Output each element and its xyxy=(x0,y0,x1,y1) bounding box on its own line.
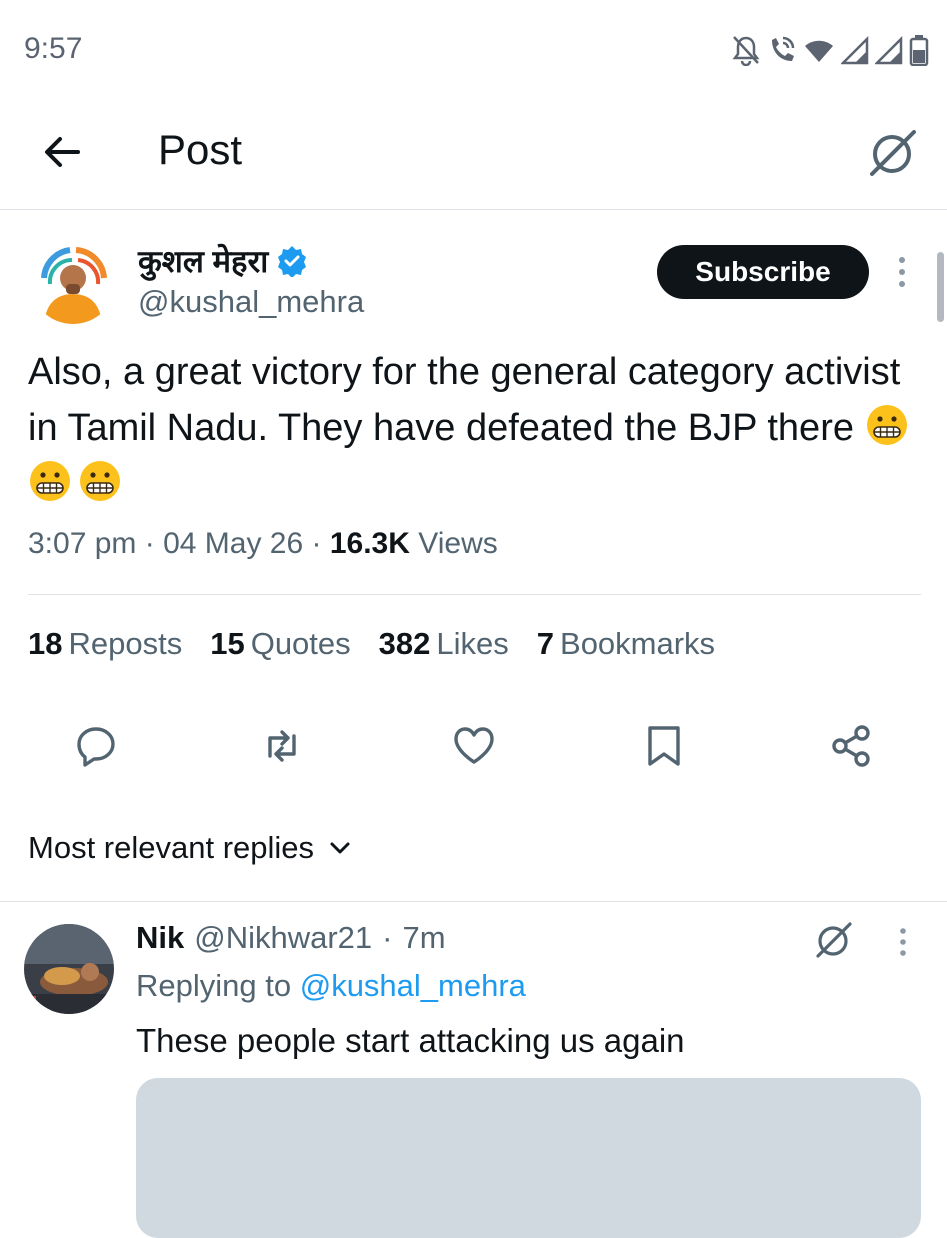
replying-prefix: Replying to xyxy=(136,968,292,1003)
reply-media-placeholder[interactable] xyxy=(136,1078,921,1238)
reply-button[interactable] xyxy=(72,722,120,770)
battery-icon xyxy=(909,34,929,66)
post-text-content: Also, a great victory for the general ca… xyxy=(28,351,901,449)
stats-row: 18 Reposts 15 Quotes 382 Likes 7 Bookmarks xyxy=(28,626,715,662)
retweet-button[interactable] xyxy=(258,722,306,770)
reply-icon xyxy=(72,722,120,770)
bell-off-icon xyxy=(731,34,761,66)
reply-header: Nik @Nikhwar21 · 7m xyxy=(136,920,446,956)
grok-button[interactable] xyxy=(864,124,922,182)
meta-separator: · xyxy=(382,920,393,955)
post-date: 04 May 26 xyxy=(163,527,304,560)
scrollbar[interactable] xyxy=(937,252,944,322)
views-count: 16.3K xyxy=(329,527,410,560)
like-button[interactable] xyxy=(450,722,498,770)
likes-count: 382 xyxy=(378,626,431,661)
reposts-stat[interactable]: 18 Reposts xyxy=(28,626,182,662)
reply-time: 7m xyxy=(402,920,446,955)
more-vertical-icon xyxy=(893,926,913,958)
likes-stat[interactable]: 382 Likes xyxy=(379,626,509,662)
quotes-stat[interactable]: 15 Quotes xyxy=(210,626,350,662)
views-label: Views xyxy=(418,527,498,560)
replying-mention-link[interactable]: @kushal_mehra xyxy=(300,968,526,1003)
share-icon xyxy=(828,722,876,770)
signal-icon xyxy=(875,35,903,65)
bookmarks-label: Bookmarks xyxy=(560,626,716,661)
reply-author-handle[interactable]: @Nikhwar21 xyxy=(194,920,372,956)
wifi-call-icon xyxy=(767,34,797,66)
heart-icon xyxy=(450,722,498,770)
more-vertical-icon xyxy=(890,254,914,290)
author-name[interactable]: कुशल मेहरा xyxy=(138,240,268,282)
replying-to: Replying to @kushal_mehra xyxy=(136,968,526,1004)
subscribe-button[interactable]: Subscribe xyxy=(657,245,869,299)
bookmark-icon xyxy=(640,722,688,770)
author-name-row: कुशल मेहरा xyxy=(138,240,308,282)
reply-more-button[interactable] xyxy=(893,926,913,958)
signal-icon xyxy=(841,35,869,65)
post-more-button[interactable] xyxy=(890,254,914,290)
meta-divider xyxy=(28,594,921,595)
quotes-label: Quotes xyxy=(250,626,351,661)
grok-icon xyxy=(812,918,856,962)
grimacing-face-emoji xyxy=(28,459,72,503)
wifi-icon xyxy=(803,34,835,66)
bookmark-button[interactable] xyxy=(640,722,688,770)
bookmarks-count: 7 xyxy=(536,626,555,661)
back-button[interactable] xyxy=(38,128,86,176)
quotes-count: 15 xyxy=(210,626,245,661)
likes-label: Likes xyxy=(436,626,509,661)
sort-label: Most relevant replies xyxy=(28,830,315,865)
author-avatar[interactable] xyxy=(30,238,116,324)
post-text: Also, a great victory for the general ca… xyxy=(28,344,928,512)
reposts-label: Reposts xyxy=(68,626,183,661)
reply-avatar[interactable] xyxy=(24,924,114,1014)
share-button[interactable] xyxy=(828,722,876,770)
verified-badge-icon xyxy=(276,245,308,277)
reposts-count: 18 xyxy=(28,626,63,661)
reply-grok-button[interactable] xyxy=(812,918,856,962)
status-time: 9:57 xyxy=(24,32,83,65)
meta-separator: · xyxy=(144,527,164,560)
reply-text: These people start attacking us again xyxy=(136,1022,685,1059)
replies-sort-dropdown[interactable]: Most relevant replies xyxy=(28,830,352,866)
retweet-icon xyxy=(258,722,306,770)
page-title: Post xyxy=(158,126,243,173)
grok-icon xyxy=(864,124,922,182)
grimacing-face-emoji xyxy=(865,403,909,447)
author-handle[interactable]: @kushal_mehra xyxy=(138,284,364,320)
status-icons xyxy=(731,34,929,66)
meta-separator: · xyxy=(311,527,330,560)
sort-divider xyxy=(0,901,947,902)
post-meta: 3:07 pm · 04 May 26 · 16.3K Views xyxy=(28,527,498,561)
post-time: 3:07 pm xyxy=(28,527,137,560)
header-divider xyxy=(0,209,947,210)
bookmarks-stat[interactable]: 7 Bookmarks xyxy=(537,626,715,662)
arrow-left-icon xyxy=(38,128,86,176)
reply-author-name[interactable]: Nik xyxy=(136,920,184,956)
chevron-down-icon xyxy=(328,836,352,860)
grimacing-face-emoji xyxy=(78,459,122,503)
